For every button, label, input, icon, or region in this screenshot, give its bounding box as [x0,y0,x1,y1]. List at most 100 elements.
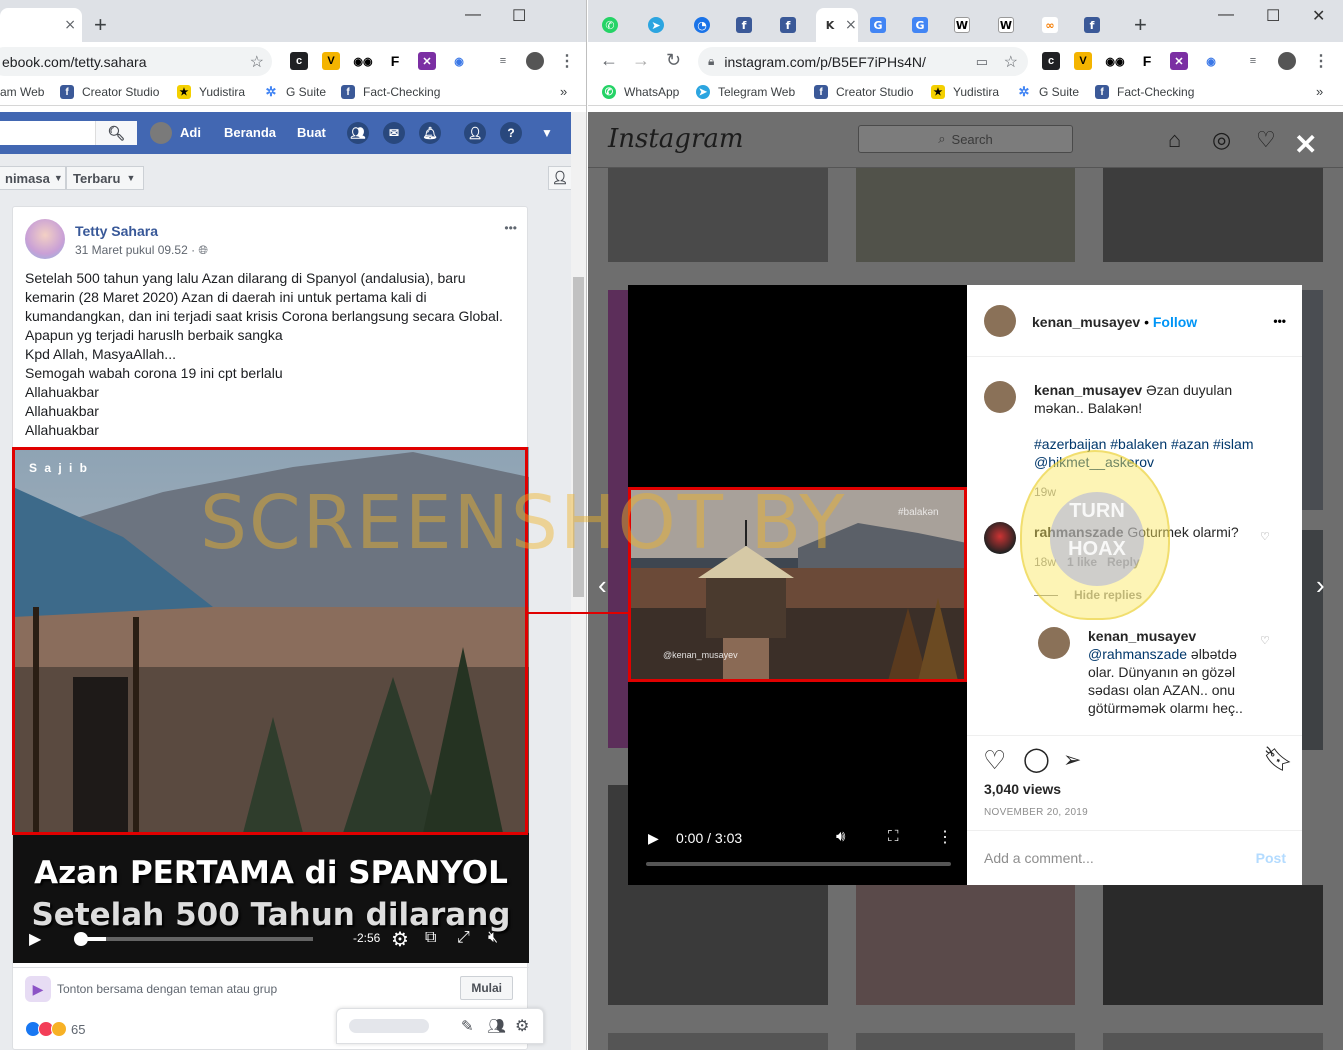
pip-icon[interactable]: ⧉ [425,929,436,947]
tab-translate[interactable]: G [906,8,937,42]
media-icon[interactable]: ≡ [1244,52,1262,70]
fullscreen-icon[interactable]: ⛶ [888,828,899,845]
grid-tile[interactable] [856,1033,1075,1050]
group-chat-icon[interactable]: 👥︎ [487,1017,506,1035]
more-bookmarks-icon[interactable]: » [1316,84,1323,99]
share-icon[interactable]: ➢ [1063,747,1081,773]
like-comment-icon[interactable]: ♡ [1260,634,1270,647]
post-date[interactable]: 31 Maret pukul 09.52 · 🌐︎ [75,243,208,258]
minimize-icon[interactable]: — [1218,6,1234,24]
account-dropdown-icon[interactable]: ▼ [536,122,558,144]
grid-tile[interactable] [1103,1033,1323,1050]
post-options-icon[interactable]: ••• [1273,314,1286,328]
post-comment-button[interactable]: Post [1256,850,1286,866]
tab-wikipedia[interactable]: W [992,8,1023,42]
post-options-icon[interactable]: ••• [504,221,517,235]
grid-tile[interactable] [1103,168,1323,262]
tab-facebook[interactable]: f [730,8,761,42]
mention-link[interactable]: @hikmet__askerov [1034,454,1154,470]
volume-icon[interactable]: 🔊︎ [836,828,845,845]
caption-username[interactable]: kenan_musayev [1034,382,1142,398]
tab-whatsapp[interactable]: ✆ [596,8,627,42]
extension-icon[interactable]: ✕ [418,52,436,70]
star-icon[interactable]: ☆ [250,52,264,72]
new-tab-icon[interactable]: + [1134,12,1147,38]
scrollbar[interactable] [571,112,586,1050]
bookmark-item[interactable]: ★ Yudistira [177,85,245,99]
back-icon[interactable]: ← [600,50,618,71]
star-icon[interactable]: ☆ [1004,52,1018,72]
bookmark-item[interactable]: ✲ G Suite [264,84,326,99]
tab-facebook[interactable]: × [0,8,82,42]
scrollbar-thumb[interactable] [573,277,584,597]
extension-icon[interactable]: ✕ [1170,52,1188,70]
new-tab-icon[interactable]: + [94,12,107,38]
home-link[interactable]: Beranda [224,125,276,140]
close-tab-icon[interactable]: × [845,17,857,33]
bookmark-item[interactable]: f Fact-Checking [341,85,440,99]
user-avatar[interactable] [1038,627,1070,659]
comment-username[interactable]: rahmanszade [1034,524,1123,540]
grid-tile[interactable] [1103,885,1323,1005]
glasses-icon[interactable]: ◉◉ [1105,52,1125,70]
close-window-icon[interactable]: ✕ [1312,6,1325,26]
grid-tile[interactable] [1302,290,1323,510]
tab-site[interactable]: ◔ [688,8,719,42]
bookmark-item[interactable]: f Fact-Checking [1095,85,1194,99]
help-icon[interactable]: ? [500,122,522,144]
instagram-logo[interactable]: Instagram [608,124,744,154]
address-bar[interactable]: 🔒︎ instagram.com/p/B5EF7iPHs4N/ ▭ ☆ [698,47,1028,76]
menu-icon[interactable]: ⋮ [1312,52,1330,70]
more-bookmarks-icon[interactable]: » [560,84,567,99]
groups-icon[interactable]: 👤︎ [464,122,486,144]
bookmark-item[interactable]: ★ Yudistira [931,85,999,99]
tab-translate[interactable]: G [864,8,895,42]
maximize-icon[interactable]: ☐ [512,6,526,26]
post-author[interactable]: Tetty Sahara [75,223,158,239]
minimize-icon[interactable]: — [465,6,481,24]
play-icon[interactable]: ▶ [648,830,659,847]
extension-icon[interactable]: V [1074,52,1092,70]
grid-tile[interactable] [856,168,1075,262]
views-count[interactable]: 3,040 views [984,781,1061,797]
extension-icon[interactable]: c [290,52,308,70]
video-progress-bar[interactable] [646,862,951,866]
menu-icon[interactable]: ⋮ [558,52,576,70]
fullscreen-icon[interactable]: ⤢ [457,929,470,947]
post-username[interactable]: kenan_musayev [1032,314,1140,330]
profile-avatar[interactable] [526,52,544,70]
author-avatar[interactable] [25,219,65,259]
instagram-search-input[interactable]: ⌕ Search [858,125,1073,153]
start-watch-button[interactable]: Mulai [460,976,513,1000]
facebook-search-input[interactable]: 🔍︎ [0,121,137,145]
filter-dropdown[interactable]: Terbaru ▼ [66,166,144,190]
heart-icon[interactable]: ♡ [1256,127,1276,153]
tab-wikipedia[interactable]: W [948,8,979,42]
settings-icon[interactable]: ⚙ [391,927,409,952]
grid-tile[interactable] [608,168,828,262]
filter-dropdown[interactable]: nimasa ▼ [0,166,66,190]
extension-icon[interactable]: ◉ [450,52,468,70]
tab-facebook[interactable]: f [774,8,805,42]
bookmark-item[interactable]: ✲ G Suite [1017,84,1079,99]
comment-likes[interactable]: 1 like [1067,555,1097,569]
reply-button[interactable]: Reply [1107,555,1140,569]
media-icon[interactable]: ≡ [494,52,512,70]
create-link[interactable]: Buat [297,125,326,140]
hashtags-link[interactable]: #azerbaijan #balaken #azan #islam [1034,436,1253,452]
bookmark-item[interactable]: ✆ WhatsApp [602,85,679,99]
next-post-icon[interactable]: › [1316,570,1325,601]
tab-facebook[interactable]: f [1078,8,1109,42]
grid-tile[interactable] [1302,530,1323,750]
home-icon[interactable]: ⌂ [1168,127,1181,153]
reply-mention-link[interactable]: @rahmanszade [1088,646,1187,662]
reply-username[interactable]: kenan_musayev [1088,628,1196,644]
mute-icon[interactable]: 🔇︎ [488,929,498,947]
bookmark-item[interactable]: am Web [0,85,44,99]
extension-icon[interactable]: c [1042,52,1060,70]
glasses-icon[interactable]: ◉◉ [353,52,373,70]
profile-avatar[interactable] [1278,52,1296,70]
bookmark-item[interactable]: f Creator Studio [60,85,159,99]
user-avatar[interactable] [150,122,172,144]
comment-icon[interactable]: ◯ [1023,745,1050,774]
